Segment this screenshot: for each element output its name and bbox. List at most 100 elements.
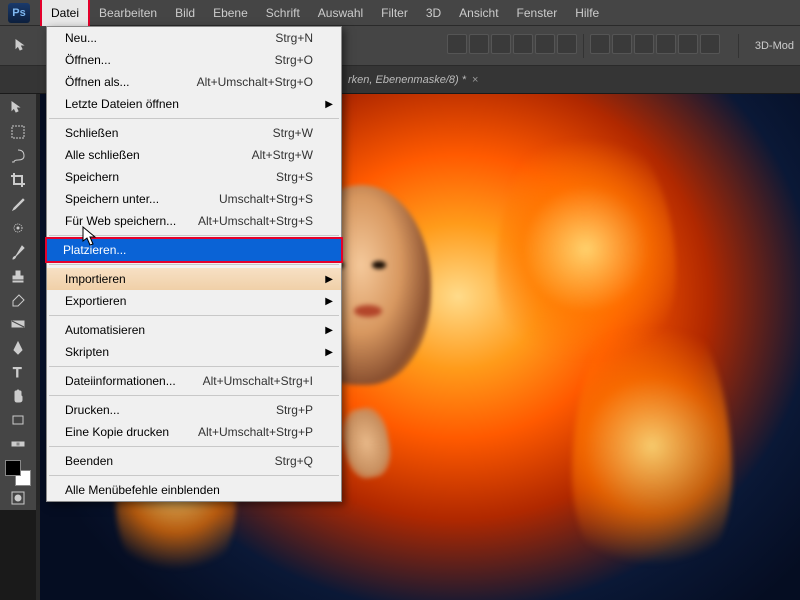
lasso-tool[interactable] [4, 144, 32, 168]
menu-hilfe[interactable]: Hilfe [566, 0, 608, 26]
menu-auswahl[interactable]: Auswahl [309, 0, 372, 26]
distribute-6-icon[interactable] [700, 34, 720, 54]
menu-item-beenden[interactable]: BeendenStrg+Q [47, 450, 341, 472]
marquee-tool[interactable] [4, 120, 32, 144]
hand-tool[interactable] [4, 384, 32, 408]
submenu-arrow-icon: ▶ [325, 274, 333, 285]
menu-bild[interactable]: Bild [166, 0, 204, 26]
menu-item-label: Dateiinformationen... [65, 374, 176, 388]
zoom-tool[interactable] [4, 432, 32, 456]
menu-item-shortcut: Alt+Umschalt+Strg+I [203, 374, 313, 388]
menu-item-neu[interactable]: Neu...Strg+N [47, 27, 341, 49]
menu-item-ffnen[interactable]: Öffnen...Strg+O [47, 49, 341, 71]
menu-item-label: Letzte Dateien öffnen [65, 97, 179, 111]
align-buttons-group [447, 34, 720, 58]
menu-item-label: Importieren [65, 272, 126, 286]
menu-item-shortcut: Alt+Umschalt+Strg+S [198, 214, 313, 228]
eyedropper-tool[interactable] [4, 192, 32, 216]
menu-item-platzieren[interactable]: Platzieren... [45, 237, 343, 263]
menu-item-label: Speichern [65, 170, 119, 184]
menu-item-shortcut: Alt+Umschalt+Strg+P [198, 425, 313, 439]
menu-fenster[interactable]: Fenster [508, 0, 567, 26]
menu-schrift[interactable]: Schrift [257, 0, 309, 26]
menu-item-label: Für Web speichern... [65, 214, 176, 228]
crop-tool[interactable] [4, 168, 32, 192]
menu-item-alle-men-befehle-einblenden[interactable]: Alle Menübefehle einblenden [47, 479, 341, 501]
menu-item-speichern-unter[interactable]: Speichern unter... Umschalt+Strg+S [47, 188, 341, 210]
menu-item-drucken[interactable]: Drucken... Strg+P [47, 399, 341, 421]
align-center-v-icon[interactable] [535, 34, 555, 54]
color-swatches[interactable] [5, 460, 31, 486]
menu-separator [49, 264, 339, 265]
menu-item-skripten[interactable]: Skripten ▶ [47, 341, 341, 363]
menu-item-label: Eine Kopie drucken [65, 425, 169, 439]
brush-tool[interactable] [4, 240, 32, 264]
menu-item-label: Exportieren [65, 294, 126, 308]
menu-item-automatisieren[interactable]: Automatisieren ▶ [47, 319, 341, 341]
menu-item-alle-schlie-en[interactable]: Alle schließenAlt+Strg+W [47, 144, 341, 166]
menu-item-exportieren[interactable]: Exportieren ▶ [47, 290, 341, 312]
submenu-arrow-icon: ▶ [325, 347, 333, 358]
distribute-5-icon[interactable] [678, 34, 698, 54]
menu-item-label: Automatisieren [65, 323, 145, 337]
move-tool[interactable] [4, 96, 32, 120]
menu-item-label: Drucken... [65, 403, 120, 417]
menu-separator [49, 315, 339, 316]
menu-item-label: Schließen [65, 126, 118, 140]
distribute-3-icon[interactable] [634, 34, 654, 54]
menu-separator [49, 446, 339, 447]
menu-item-label: Speichern unter... [65, 192, 159, 206]
app-icon[interactable]: Ps [8, 3, 30, 23]
menu-item-shortcut: Strg+Q [275, 454, 313, 468]
distribute-1-icon[interactable] [590, 34, 610, 54]
menu-item-eine-kopie-drucken[interactable]: Eine Kopie drucken Alt+Umschalt+Strg+P [47, 421, 341, 443]
submenu-arrow-icon: ▶ [325, 325, 333, 336]
menu-item-letzte-dateien-ffnen[interactable]: Letzte Dateien öffnen ▶ [47, 93, 341, 115]
file-menu-dropdown: Neu...Strg+NÖffnen...Strg+OÖffnen als...… [46, 26, 342, 502]
menu-item-label: Platzieren... [63, 243, 126, 257]
stamp-tool[interactable] [4, 264, 32, 288]
align-top-icon[interactable] [513, 34, 533, 54]
menu-item-shortcut: Strg+P [276, 403, 313, 417]
align-center-h-icon[interactable] [469, 34, 489, 54]
text-tool[interactable]: T [4, 360, 32, 384]
align-bottom-icon[interactable] [557, 34, 577, 54]
menu-3d[interactable]: 3D [417, 0, 450, 26]
close-tab-icon[interactable]: × [472, 74, 478, 86]
menu-item-shortcut: Umschalt+Strg+S [219, 192, 313, 206]
align-left-icon[interactable] [447, 34, 467, 54]
menu-ansicht[interactable]: Ansicht [450, 0, 507, 26]
menu-separator [49, 235, 339, 236]
menu-item-f-r-web-speichern[interactable]: Für Web speichern... Alt+Umschalt+Strg+S [47, 210, 341, 232]
menu-item-label: Öffnen als... [65, 75, 129, 89]
menu-item-label: Skripten [65, 345, 109, 359]
distribute-4-icon[interactable] [656, 34, 676, 54]
menu-datei[interactable]: Datei [40, 0, 90, 26]
menu-ebene[interactable]: Ebene [204, 0, 257, 26]
heal-tool[interactable] [4, 216, 32, 240]
menu-item-label: Alle schließen [65, 148, 140, 162]
submenu-arrow-icon: ▶ [325, 99, 333, 110]
menu-item-importieren[interactable]: Importieren ▶ [47, 268, 341, 290]
menu-item-shortcut: Alt+Umschalt+Strg+O [197, 75, 313, 89]
pen-tool[interactable] [4, 336, 32, 360]
document-tab[interactable]: rken, Ebenenmaske/8) * × [340, 74, 486, 86]
menubar: DateiBearbeitenBildEbeneSchriftAuswahlFi… [0, 0, 800, 26]
gradient-tool[interactable] [4, 312, 32, 336]
menu-separator [49, 118, 339, 119]
align-right-icon[interactable] [491, 34, 511, 54]
menu-separator [49, 475, 339, 476]
mode-3d-label[interactable]: 3D-Mod [749, 40, 800, 52]
menu-filter[interactable]: Filter [372, 0, 417, 26]
menu-item-dateiinformationen[interactable]: Dateiinformationen... Alt+Umschalt+Strg+I [47, 370, 341, 392]
menu-separator [49, 395, 339, 396]
menu-item-schlie-en[interactable]: SchließenStrg+W [47, 122, 341, 144]
submenu-arrow-icon: ▶ [325, 296, 333, 307]
eraser-tool[interactable] [4, 288, 32, 312]
menu-item-speichern[interactable]: SpeichernStrg+S [47, 166, 341, 188]
distribute-2-icon[interactable] [612, 34, 632, 54]
menu-bearbeiten[interactable]: Bearbeiten [90, 0, 166, 26]
quickmask-tool[interactable] [4, 486, 32, 510]
rect-tool[interactable] [4, 408, 32, 432]
menu-item-ffnen-als[interactable]: Öffnen als... Alt+Umschalt+Strg+O [47, 71, 341, 93]
